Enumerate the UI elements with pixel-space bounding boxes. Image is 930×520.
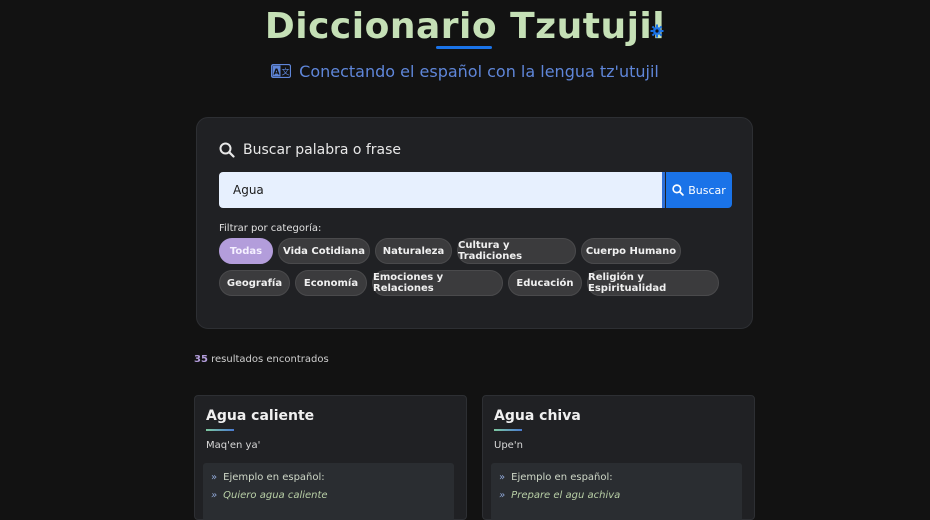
category-chip-economia[interactable]: Economía: [295, 270, 367, 296]
category-chip-todas[interactable]: Todas: [219, 238, 273, 264]
search-icon: [219, 142, 235, 158]
search-button[interactable]: Buscar: [666, 172, 732, 208]
search-panel: Buscar palabra o frase Buscar Filtrar po…: [196, 117, 753, 329]
search-heading: Buscar palabra o frase: [219, 142, 401, 158]
example-text: Quiero agua caliente: [223, 490, 328, 501]
example-label-text: Ejemplo en español:: [511, 472, 613, 483]
card-divider: [494, 429, 522, 431]
page-subtitle: A 文 Conectando el español con la lengua …: [0, 62, 930, 81]
example-label: » Ejemplo en español:: [211, 472, 325, 483]
search-button-label: Buscar: [688, 183, 726, 197]
result-card[interactable]: Agua caliente Maq'en ya' » Ejemplo en esp…: [194, 395, 467, 520]
page-header: Diccionario Tzutujil A 文 Conectando el e…: [0, 0, 930, 110]
category-chip-cultura-y-tradiciones[interactable]: Cultura y Tradiciones: [457, 238, 576, 264]
filter-label: Filtrar por categoría:: [219, 223, 322, 234]
category-chip-educacion[interactable]: Educación: [508, 270, 582, 296]
card-title: Agua caliente: [206, 408, 315, 424]
example-sentence: » Prepare el agu achiva: [499, 490, 620, 501]
results-label: resultados encontrados: [211, 354, 329, 365]
example-text: Prepare el agu achiva: [511, 490, 621, 501]
card-divider: [206, 429, 234, 431]
results-number: 35: [194, 354, 208, 365]
category-chip-naturaleza[interactable]: Naturaleza: [375, 238, 452, 264]
quote-icon: »: [211, 490, 218, 501]
svg-text:A: A: [274, 68, 281, 77]
page-title: Diccionario Tzutujil: [264, 6, 666, 47]
title-underline: [436, 46, 492, 49]
gear-icon: [650, 24, 664, 38]
category-chip-vida-cotidiana[interactable]: Vida Cotidiana: [278, 238, 370, 264]
quote-icon: »: [499, 490, 506, 501]
card-title: Agua chiva: [494, 408, 581, 424]
card-translation: Upe'n: [494, 440, 523, 451]
example-label-text: Ejemplo en español:: [223, 472, 325, 483]
quote-icon: »: [499, 472, 506, 483]
example-box: » Ejemplo en español: » Prepare el agu ach…: [491, 463, 742, 520]
result-card[interactable]: Agua chiva Upe'n » Ejemplo en español: » P…: [482, 395, 755, 520]
quote-icon: »: [211, 472, 218, 483]
card-translation: Maq'en ya': [206, 440, 261, 451]
subtitle-text: Conectando el español con la lengua tz'u…: [299, 62, 659, 81]
category-chip-religion-y-espiritualidad[interactable]: Religión y Espiritualidad: [587, 270, 719, 296]
search-input[interactable]: [219, 172, 665, 208]
category-chip-emociones-y-relaciones[interactable]: Emociones y Relaciones: [372, 270, 503, 296]
search-heading-text: Buscar palabra o frase: [243, 142, 402, 158]
example-sentence: » Quiero agua caliente: [211, 490, 328, 501]
results-count: 35 resultados encontrados: [194, 354, 329, 365]
svg-text:文: 文: [282, 67, 290, 77]
search-icon: [672, 184, 684, 196]
translate-icon: A 文: [271, 63, 292, 79]
category-chip-cuerpo-humano[interactable]: Cuerpo Humano: [581, 238, 681, 264]
category-chip-geografia[interactable]: Geografía: [219, 270, 290, 296]
example-label: » Ejemplo en español:: [499, 472, 613, 483]
example-box: » Ejemplo en español: » Quiero agua calien…: [203, 463, 454, 520]
